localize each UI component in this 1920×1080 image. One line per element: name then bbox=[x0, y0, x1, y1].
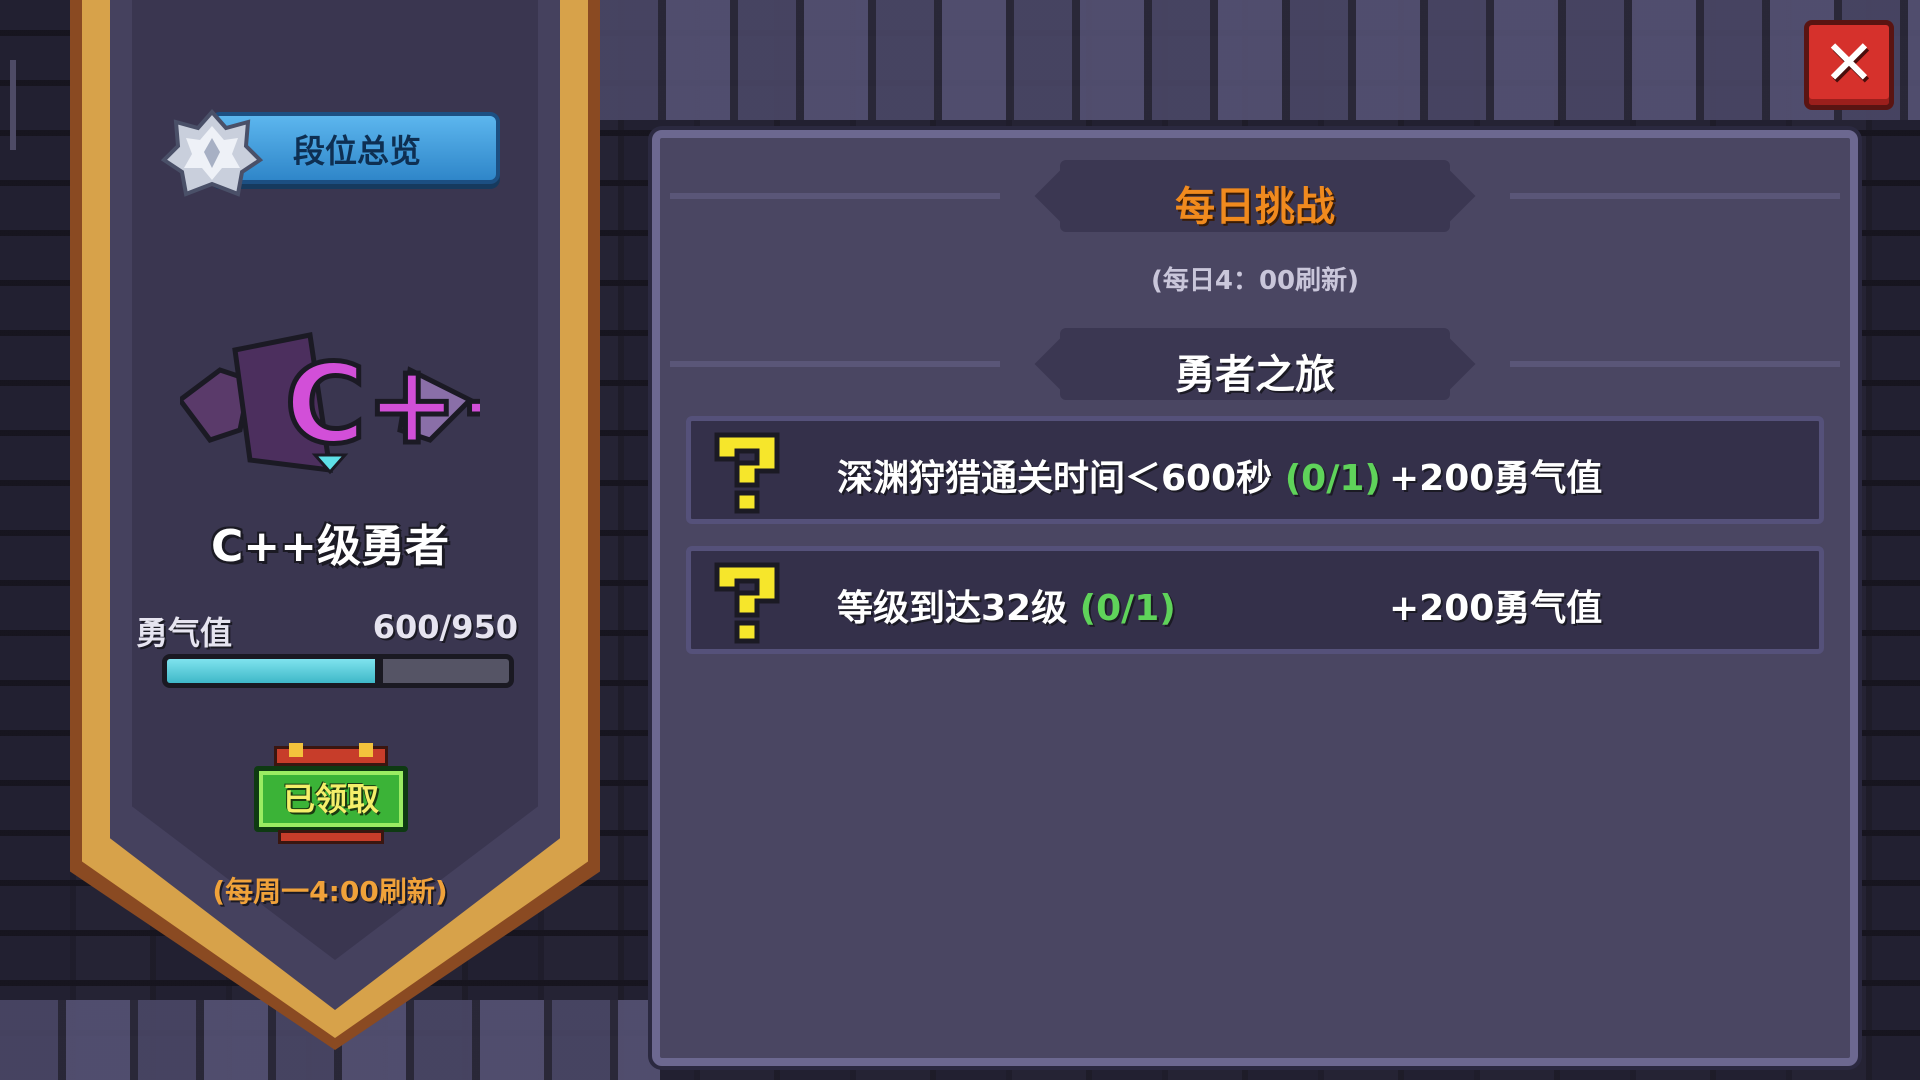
task-reward: +200勇气值 bbox=[1389, 588, 1603, 629]
claimed-badge: 已领取 bbox=[254, 766, 408, 832]
task-progress: (0/1) bbox=[1284, 458, 1381, 499]
chest-lid bbox=[274, 743, 388, 766]
hero-journey-title: 勇者之旅 bbox=[1175, 352, 1335, 398]
hero-journey-header: 勇者之旅 bbox=[670, 328, 1840, 400]
rank-overview-button[interactable]: 段位总览 bbox=[160, 108, 500, 197]
task-description: 深渊狩猎通关时间＜600秒 (0/1) bbox=[837, 458, 1381, 499]
courage-label: 勇气值 bbox=[136, 614, 233, 652]
task-reward: +200勇气值 bbox=[1389, 458, 1603, 499]
question-mark-icon bbox=[714, 432, 780, 514]
edge-strip bbox=[10, 60, 16, 150]
courage-progress-fill bbox=[167, 659, 383, 683]
stone-wall-top bbox=[600, 0, 1920, 120]
rank-title: C++级勇者 bbox=[210, 521, 450, 572]
svg-text:C++: C++ bbox=[285, 340, 480, 468]
chest-base bbox=[278, 830, 384, 844]
close-icon: ✕ bbox=[1823, 26, 1875, 99]
daily-challenge-title: 每日挑战 bbox=[1175, 184, 1335, 230]
rank-emblem-icon: C++ bbox=[180, 332, 480, 475]
daily-refresh-note: (每日4：00刷新) bbox=[1150, 266, 1360, 296]
task-row[interactable]: 深渊狩猎通关时间＜600秒 (0/1) +200勇气值 bbox=[686, 416, 1824, 524]
question-mark-icon bbox=[714, 562, 780, 644]
claimed-label: 已领取 bbox=[282, 780, 379, 818]
courage-progress-bar bbox=[162, 654, 514, 688]
daily-challenge-panel: 每日挑战 (每日4：00刷新) 勇者之旅 深渊狩猎通关时间＜600秒 (0/1)… bbox=[652, 130, 1858, 1066]
rank-badge-icon bbox=[160, 108, 264, 197]
courage-value: 600/950 bbox=[372, 608, 518, 646]
reward-chest[interactable]: 已领取 bbox=[254, 742, 408, 848]
task-row[interactable]: 等级到达32级 (0/1) +200勇气值 bbox=[686, 546, 1824, 654]
daily-challenge-header: 每日挑战 bbox=[670, 160, 1840, 232]
close-button[interactable]: ✕ bbox=[1804, 20, 1894, 110]
task-progress: (0/1) bbox=[1079, 588, 1176, 629]
task-description: 等级到达32级 (0/1) bbox=[837, 588, 1176, 629]
weekly-refresh-note: (每周一4:00刷新) bbox=[212, 875, 448, 908]
